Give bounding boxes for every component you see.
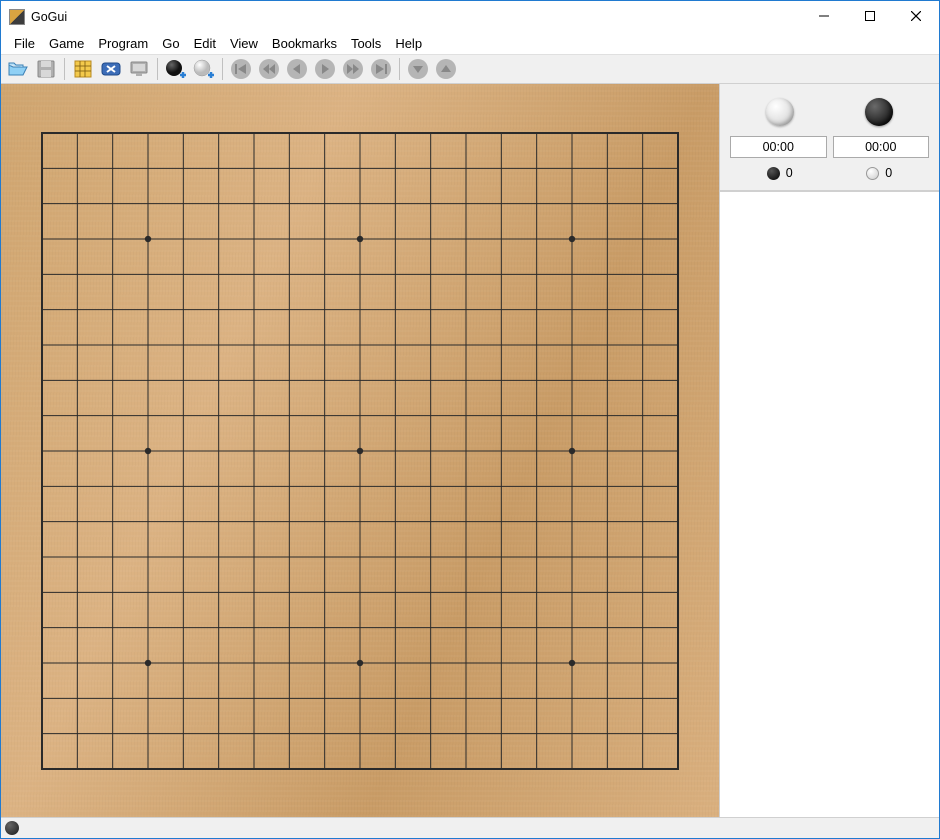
black-prisoner-icon: [767, 167, 780, 180]
player-stone-row: [730, 92, 929, 132]
menu-file[interactable]: File: [7, 34, 42, 53]
clock-row: 00:00 00:00: [730, 136, 929, 158]
close-button[interactable]: [893, 1, 939, 31]
black-clock: 00:00: [833, 136, 930, 158]
white-clock: 00:00: [730, 136, 827, 158]
delete-icon: [100, 58, 122, 80]
board-area: [1, 84, 719, 817]
white-captures: 0: [767, 166, 793, 180]
toolbar-separator: [157, 58, 158, 80]
maximize-button[interactable]: [847, 1, 893, 31]
app-window: GoGui File Game Program Go Edit View Boo…: [0, 0, 940, 839]
white-prisoner-icon: [866, 167, 879, 180]
delete-button[interactable]: [98, 56, 124, 82]
nav-down-icon: [407, 58, 429, 80]
new-board-icon: [72, 58, 94, 80]
black-captures-count: 0: [885, 166, 892, 180]
menu-go[interactable]: Go: [155, 34, 186, 53]
save-button[interactable]: [33, 56, 59, 82]
menu-program[interactable]: Program: [91, 34, 155, 53]
statusbar: [1, 818, 939, 838]
minimize-button[interactable]: [801, 1, 847, 31]
go-board[interactable]: [20, 111, 700, 791]
app-icon: [9, 9, 25, 25]
nav-first-button[interactable]: [228, 56, 254, 82]
menu-help[interactable]: Help: [388, 34, 429, 53]
enter-move-black-button[interactable]: [163, 56, 189, 82]
board-grid: [20, 111, 700, 791]
content-area: 00:00 00:00 0 0: [1, 84, 939, 818]
menu-view[interactable]: View: [223, 34, 265, 53]
minimize-icon: [819, 11, 829, 21]
white-captures-count: 0: [786, 166, 793, 180]
menubar: File Game Program Go Edit View Bookmarks…: [1, 32, 939, 54]
nav-first-icon: [230, 58, 252, 80]
nav-next-icon: [314, 58, 336, 80]
folder-open-icon: [7, 58, 29, 80]
window-controls: [801, 1, 939, 32]
nav-prev-button[interactable]: [284, 56, 310, 82]
toolbar-separator: [64, 58, 65, 80]
toolbar: [1, 54, 939, 84]
menu-edit[interactable]: Edit: [187, 34, 223, 53]
game-tree-panel[interactable]: [720, 191, 939, 817]
nav-prev10-button[interactable]: [256, 56, 282, 82]
menu-tools[interactable]: Tools: [344, 34, 388, 53]
open-button[interactable]: [5, 56, 31, 82]
toolbar-separator: [399, 58, 400, 80]
white-player-stone-icon: [766, 98, 794, 126]
nav-last-icon: [370, 58, 392, 80]
nav-next-button[interactable]: [312, 56, 338, 82]
nav-prev10-icon: [258, 58, 280, 80]
nav-next10-button[interactable]: [340, 56, 366, 82]
capture-row: 0 0: [730, 166, 929, 180]
close-icon: [911, 11, 921, 21]
black-player-stone-icon: [865, 98, 893, 126]
monitor-disabled-icon: [128, 58, 150, 80]
sidebar: 00:00 00:00 0 0: [719, 84, 939, 817]
enter-move-white-button[interactable]: [191, 56, 217, 82]
menu-bookmarks[interactable]: Bookmarks: [265, 34, 344, 53]
menu-game[interactable]: Game: [42, 34, 91, 53]
nav-last-button[interactable]: [368, 56, 394, 82]
new-game-button[interactable]: [70, 56, 96, 82]
nav-up-icon: [435, 58, 457, 80]
info-panel: 00:00 00:00 0 0: [720, 84, 939, 191]
nav-down-button[interactable]: [405, 56, 431, 82]
attach-program-button[interactable]: [126, 56, 152, 82]
black-captures: 0: [866, 166, 892, 180]
save-disabled-icon: [35, 58, 57, 80]
maximize-icon: [865, 11, 875, 21]
toolbar-separator: [222, 58, 223, 80]
black-stone-plus-icon: [165, 58, 187, 80]
nav-up-button[interactable]: [433, 56, 459, 82]
titlebar: GoGui: [1, 1, 939, 32]
white-stone-plus-icon: [193, 58, 215, 80]
to-move-indicator-icon: [5, 821, 19, 835]
nav-next10-icon: [342, 58, 364, 80]
window-title: GoGui: [31, 10, 801, 24]
nav-prev-icon: [286, 58, 308, 80]
